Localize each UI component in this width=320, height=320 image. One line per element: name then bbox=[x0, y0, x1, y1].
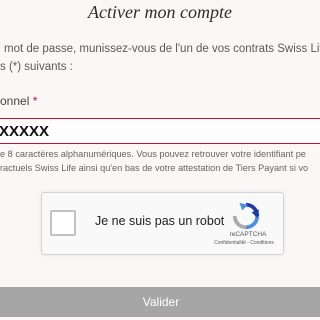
page-title: Activer mon compte bbox=[88, 2, 232, 22]
required-asterisk: * bbox=[32, 94, 38, 108]
id-field-label-text: onnel bbox=[0, 94, 30, 108]
intro-line-1: mot de passe, munissez-vous de l'un de v… bbox=[4, 43, 320, 55]
recaptcha-links[interactable]: Confidentialité - Conditions bbox=[202, 240, 286, 246]
intro-text: mot de passe, munissez-vous de l'un de v… bbox=[0, 40, 320, 76]
id-input[interactable] bbox=[0, 118, 320, 144]
recaptcha-widget: Je ne suis pas un robot reCAPTCHA Confid… bbox=[41, 192, 284, 255]
id-field-label: onnel * bbox=[0, 94, 37, 108]
hint-line-2: ractuels Swiss Life ainsi qu'en bas de v… bbox=[0, 163, 309, 173]
recaptcha-checkbox[interactable] bbox=[50, 210, 76, 236]
submit-button[interactable]: Valider bbox=[0, 287, 320, 317]
recaptcha-label: Je ne suis pas un robot bbox=[95, 214, 225, 228]
hint-line-1: e 8 caractères alphanumériques. Vous pou… bbox=[0, 149, 306, 159]
intro-line-2: s (*) suivants : bbox=[0, 61, 73, 73]
recaptcha-logo-icon bbox=[232, 202, 260, 230]
recaptcha-brand: reCAPTCHA bbox=[229, 231, 267, 238]
id-field-hint: e 8 caractères alphanumériques. Vous pou… bbox=[0, 147, 320, 175]
